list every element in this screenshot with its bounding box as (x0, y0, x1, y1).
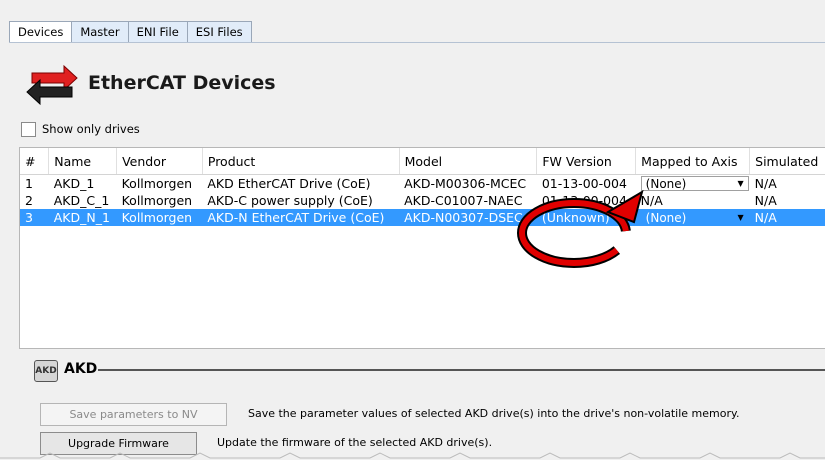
tab-eni-file[interactable]: ENI File (127, 21, 188, 42)
dropdown-arrow-icon: ▼ (737, 213, 744, 223)
cell-simulated: N/A (754, 193, 777, 208)
cell-name: AKD_N_1 (48, 209, 117, 226)
torn-edge-divider (0, 452, 825, 459)
save-parameters-description: Save the parameter values of selected AK… (248, 407, 740, 420)
cell-product: AKD EtherCAT Drive (CoE) (207, 176, 371, 191)
column-header-product[interactable]: Product (202, 148, 400, 175)
cell-name: AKD_C_1 (53, 193, 110, 208)
column-header-mapped-to-axis[interactable]: Mapped to Axis (635, 148, 751, 175)
column-header-name[interactable]: Name (48, 148, 118, 175)
cell-vendor: Kollmorgen (121, 193, 193, 208)
red-circle-arrow-annotation (517, 189, 644, 268)
cell-number: 1 (25, 176, 33, 191)
upgrade-firmware-description: Update the firmware of the selected AKD … (217, 436, 493, 449)
page-title: EtherCAT Devices (88, 72, 276, 94)
tab-master[interactable]: Master (71, 21, 129, 42)
show-only-drives-checkbox[interactable] (21, 122, 36, 137)
cell-simulated: N/A (749, 209, 825, 226)
column-header-number[interactable]: # (20, 148, 50, 175)
cell-product: AKD-C power supply (CoE) (207, 193, 373, 208)
table-row[interactable]: 2 AKD_C_1 Kollmorgen AKD-C power supply … (20, 192, 825, 209)
table-header-row: # Name Vendor Product Model FW Version M… (20, 148, 825, 175)
devices-table: # Name Vendor Product Model FW Version M… (19, 147, 825, 349)
tab-devices[interactable]: Devices (9, 21, 73, 42)
ethercat-arrows-icon (26, 64, 78, 106)
cell-vendor: Kollmorgen (116, 209, 203, 226)
show-only-drives-label: Show only drives (42, 122, 140, 136)
tab-bar: Devices Master ENI File ESI Files (9, 21, 252, 42)
cell-vendor: Kollmorgen (121, 176, 193, 191)
tab-strip-divider (9, 42, 825, 43)
table-row[interactable]: 1 AKD_1 Kollmorgen AKD EtherCAT Drive (C… (20, 175, 825, 193)
table-row-selected[interactable]: 3 AKD_N_1 Kollmorgen AKD-N EtherCAT Driv… (20, 209, 825, 226)
column-header-model[interactable]: Model (399, 148, 538, 175)
akd-drive-icon: AKD (34, 360, 58, 382)
cell-product: AKD-N EtherCAT Drive (CoE) (202, 209, 400, 226)
cell-number: 3 (20, 209, 49, 226)
column-header-fw-version[interactable]: FW Version (536, 148, 637, 175)
dropdown-arrow-icon: ▼ (737, 179, 744, 189)
tab-esi-files[interactable]: ESI Files (186, 21, 252, 42)
section-title: AKD (64, 361, 98, 377)
section-divider (98, 369, 825, 371)
cell-simulated: N/A (754, 176, 777, 191)
cell-name: AKD_1 (53, 176, 95, 191)
save-parameters-button[interactable]: Save parameters to NV memory (40, 403, 227, 442)
column-header-simulated[interactable]: Simulated (749, 148, 825, 175)
column-header-vendor[interactable]: Vendor (116, 148, 203, 175)
cell-number: 2 (25, 193, 33, 208)
